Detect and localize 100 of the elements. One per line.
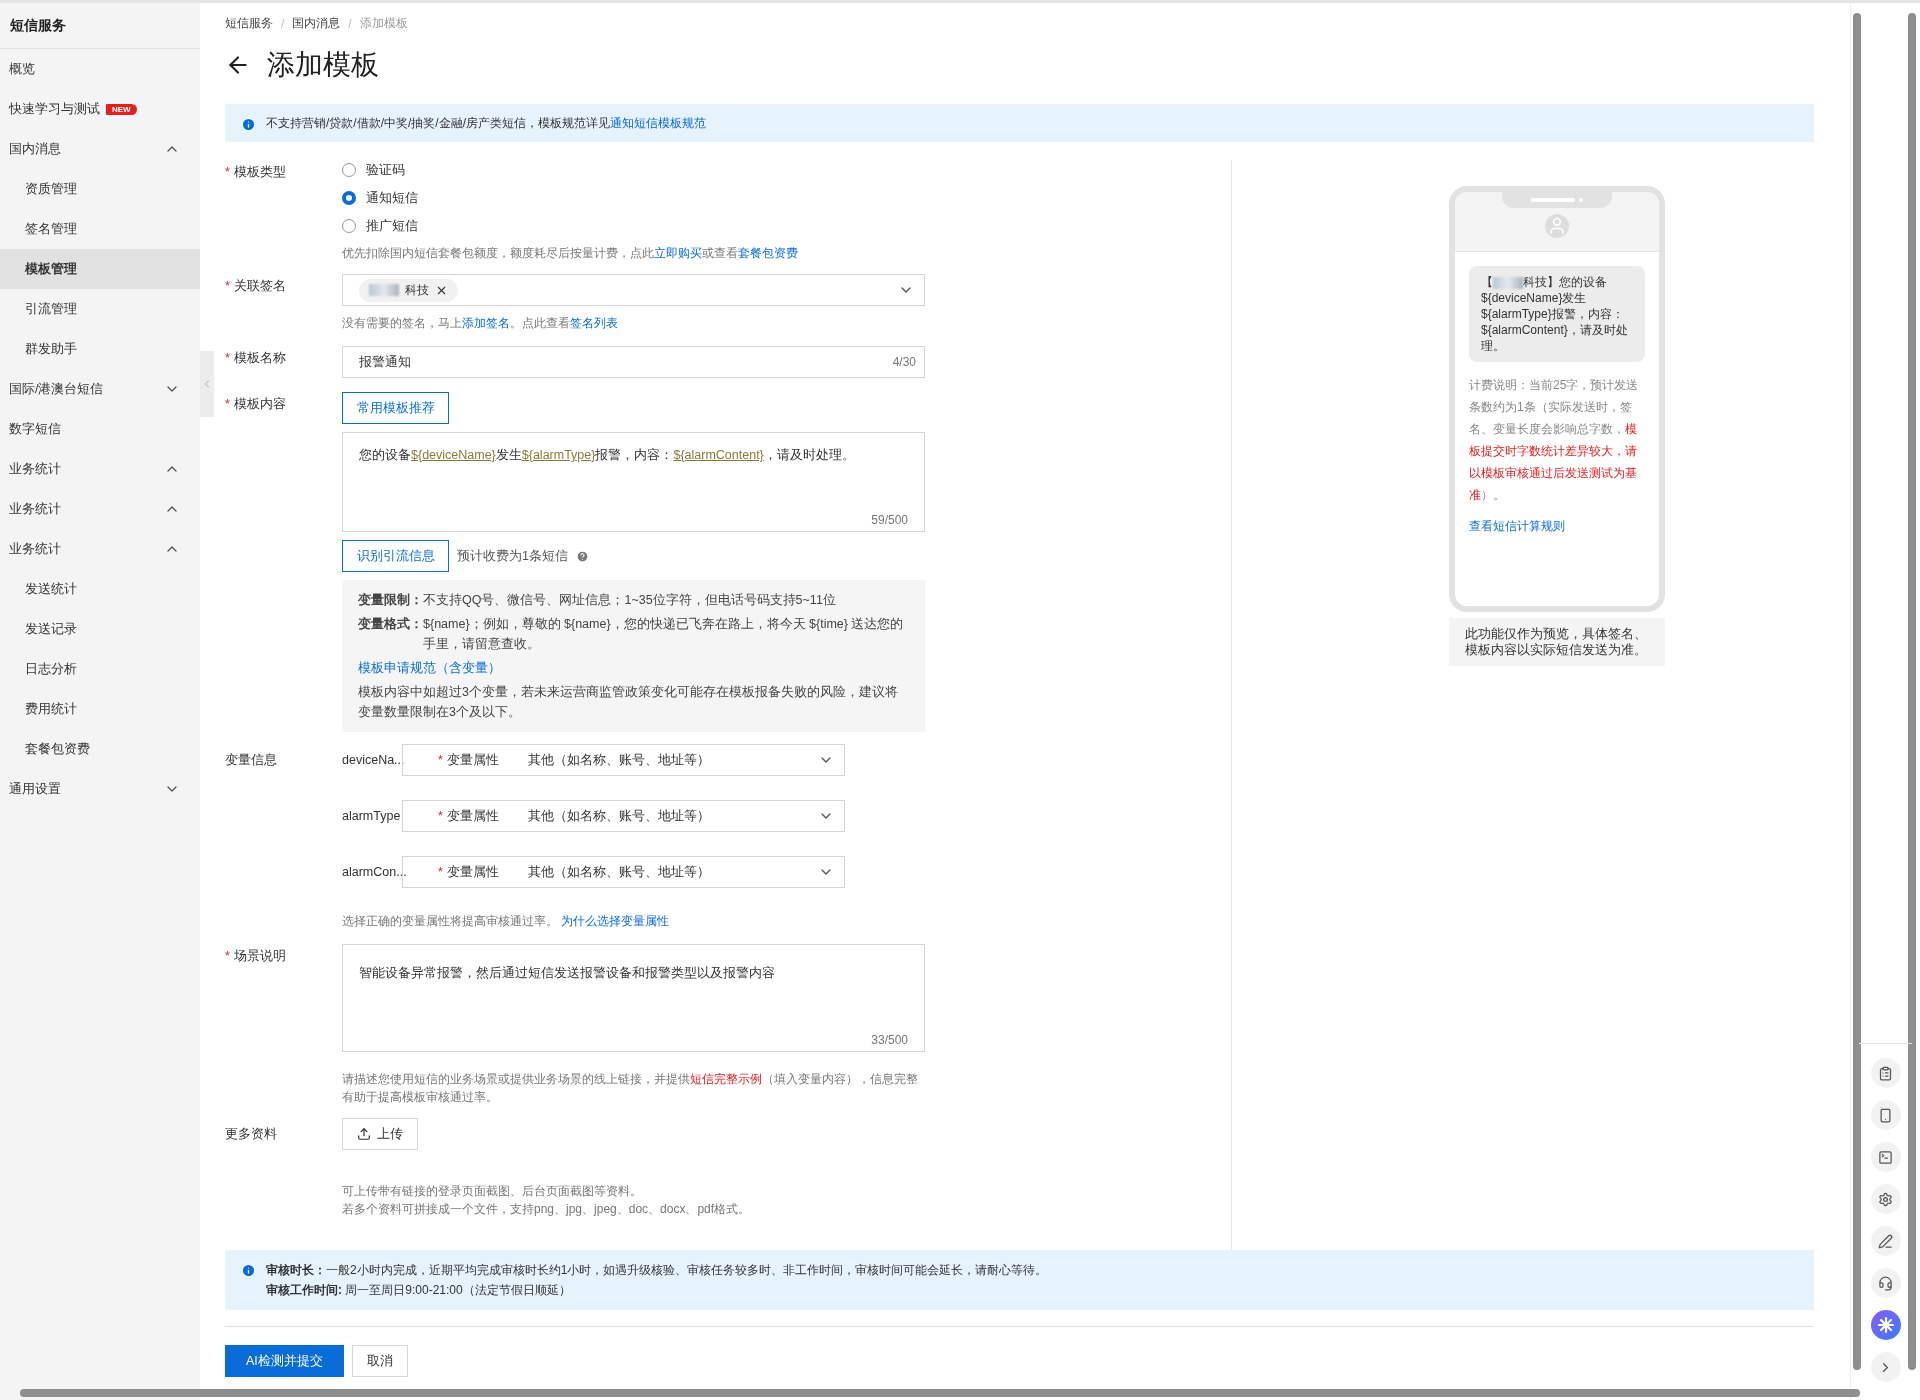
recommend-button[interactable]: 常用模板推荐 <box>342 392 449 424</box>
cancel-button[interactable]: 取消 <box>351 1345 408 1377</box>
scrollbar[interactable] <box>1853 13 1861 1370</box>
help-icon[interactable] <box>575 549 589 563</box>
sidebar-group[interactable]: 业务统计 <box>0 449 200 489</box>
submit-button[interactable]: AI检测并提交 <box>225 1345 344 1377</box>
link[interactable]: 通知短信模板规范 <box>610 116 706 130</box>
required-mark: * <box>225 279 230 293</box>
char-count: 4/30 <box>892 355 916 369</box>
sidebar-item[interactable]: 日志分析 <box>0 649 200 689</box>
collapse-handle[interactable] <box>200 351 214 417</box>
link[interactable]: 为什么选择变量属性 <box>561 914 670 928</box>
char-count: 59/500 <box>871 513 908 527</box>
sidebar-item[interactable]: 群发助手 <box>0 329 200 369</box>
fee-text: 预计收费为1条短信 <box>457 547 568 565</box>
message-bubble: 【 科技】您的设备${deviceName}发生${alarmType}报警，内容：${alarmContent}，请及时处理。 <box>1469 266 1645 362</box>
hint-text: 没有需要的签名，马上添加签名。点此查看签名列表 <box>342 315 619 332</box>
link[interactable]: 查看短信计算规则 <box>1469 518 1645 535</box>
select-value: 其他（如名称、账号、地址等） <box>528 807 711 825</box>
variable-name: deviceNa... <box>342 753 402 767</box>
required-mark: * <box>225 397 230 411</box>
radio-option[interactable]: 通知短信 <box>342 188 925 208</box>
field-label: * 模板内容 <box>225 396 287 413</box>
sidebar-group[interactable]: 通用设置 <box>0 769 200 809</box>
sidebar-item[interactable]: 费用统计 <box>0 689 200 729</box>
radio-option[interactable]: 推广短信 <box>342 216 925 236</box>
required-mark: * <box>225 949 230 963</box>
signature-select[interactable]: 科技 <box>342 274 925 306</box>
name-input[interactable]: 报警通知 4/30 <box>342 346 925 378</box>
upload-icon <box>357 1127 371 1141</box>
upload-button[interactable]: 上传 <box>342 1118 418 1150</box>
scrollbar[interactable] <box>20 1389 1860 1397</box>
variable-select[interactable]: * 变量属性 其他（如名称、账号、地址等） <box>402 800 845 832</box>
hint-text: 若多个资料可拼接成一个文件，支持png、jpg、jpeg、doc、docx、pdf格式。 <box>342 1201 752 1218</box>
radio-option[interactable]: 验证码 <box>342 160 925 180</box>
field-label: * 场景说明 <box>225 948 287 965</box>
rule-text: 变量限制：不支持QQ号、微信号、网址信息；1~35位字符，但电话号码支持5~11位 <box>358 592 837 609</box>
scrollbar[interactable] <box>1908 13 1916 1370</box>
sidebar-item[interactable]: 套餐包资费 <box>0 729 200 769</box>
field-label: * 关联签名 <box>225 278 287 295</box>
sidebar-item[interactable]: 引流管理 <box>0 289 200 329</box>
field-label: 更多资料 <box>225 1126 278 1143</box>
list-icon[interactable] <box>1870 1058 1901 1088</box>
sidebar-group[interactable]: 业务统计 <box>0 529 200 569</box>
terminal-icon[interactable] <box>1870 1142 1901 1172</box>
sidebar-item[interactable]: 概览 <box>0 49 200 89</box>
pen-icon[interactable] <box>1870 1226 1901 1256</box>
page-title: 添加模板 <box>267 48 379 82</box>
sidebar-item[interactable]: 快速学习与测试 NEW <box>0 89 200 129</box>
breadcrumb-item[interactable]: 短信服务 <box>225 15 273 32</box>
variable-name: alarmType <box>342 809 402 823</box>
variable-select[interactable]: * 变量属性 其他（如名称、账号、地址等） <box>402 744 845 776</box>
headset-icon[interactable] <box>1870 1268 1901 1298</box>
rule-text: 模板内容中如超过3个变量，若未来运营商监管政策变化可能存在模板报备失败的风险，建议将变量数量限制在3个及以下。 <box>358 684 899 721</box>
attribute-label: 变量属性 <box>446 752 499 767</box>
billing-text: 计费说明：当前25字，预计发送条数约为1条（实际发送时，签名、变量长度会影响总字数，模板提交时字数统计差异较大，请以模板审核通过后发送测试为基准）。 <box>1469 377 1640 504</box>
preview-disclaimer: 此功能仅作为预览，具体签名、模板内容以实际短信发送为准。 <box>1449 618 1665 666</box>
sidebar-group[interactable]: 国内消息 <box>0 129 200 169</box>
breadcrumb-item[interactable]: 国内消息 <box>292 15 341 32</box>
field-label: 变量信息 <box>225 752 278 769</box>
hint-text: 请描述您使用短信的业务场景或提供业务场景的线上链接，并提供短信完整示例（填入变量内容），信息完整有助于提高模板审核通过率。 <box>342 1071 919 1106</box>
sidebar-item[interactable]: 模板管理 <box>0 249 200 289</box>
radio-button[interactable] <box>342 191 356 205</box>
radio-button[interactable] <box>342 163 356 177</box>
sidebar-item[interactable]: 签名管理 <box>0 209 200 249</box>
sidebar-item[interactable]: 资质管理 <box>0 169 200 209</box>
signature-tag: 科技 <box>359 278 458 302</box>
phone-icon[interactable] <box>1870 1100 1901 1130</box>
radio-button[interactable] <box>342 219 356 233</box>
link[interactable]: 签名列表 <box>570 316 618 330</box>
field-label: * 模板类型 <box>225 164 287 181</box>
sidebar-item[interactable]: 数字短信 <box>0 409 200 449</box>
new-badge: NEW <box>106 103 137 115</box>
assistant-icon[interactable] <box>1870 1310 1901 1340</box>
content-text: 您的设备${deviceName}发生${alarmType}报警，内容：${alarmContent}，请及时处理。 <box>359 447 856 464</box>
info-icon <box>241 117 256 132</box>
sidebar-item[interactable]: 发送记录 <box>0 609 200 649</box>
link[interactable]: 模板申请规范（含变量） <box>358 661 501 675</box>
char-count: 33/500 <box>871 1033 908 1047</box>
detect-button[interactable]: 识别引流信息 <box>342 540 449 572</box>
sidebar-group[interactable]: 国际/港澳台短信 <box>0 369 200 409</box>
avatar-icon <box>1545 214 1569 238</box>
select-value: 其他（如名称、账号、地址等） <box>528 863 711 881</box>
required-mark: * <box>225 165 230 179</box>
content-textarea[interactable]: 您的设备${deviceName}发生${alarmType}报警，内容：${alarmContent}，请及时处理。 59/500 <box>342 432 925 532</box>
link[interactable]: 添加签名 <box>462 316 510 330</box>
settings-icon[interactable] <box>1870 1184 1901 1214</box>
required-mark: * <box>438 752 443 767</box>
review-text: 审核时长：一般2小时内完成，近期平均完成审核时长约1小时，如遇升级核验、审核任务较多时、非工作时间，审核时间可能会延长，请耐心等待。 <box>266 1262 1048 1279</box>
link[interactable]: 套餐包资费 <box>738 246 798 260</box>
info-icon <box>241 1263 256 1278</box>
redacted-mark <box>369 284 399 296</box>
sidebar-item[interactable]: 发送统计 <box>0 569 200 609</box>
hint-text: 可上传带有链接的登录页面截图、后台页面截图等资料。 <box>342 1183 643 1200</box>
hint-text: 选择正确的变量属性将提高审核通过率。 为什么选择变量属性 <box>342 913 671 930</box>
select-value: 其他（如名称、账号、地址等） <box>528 751 711 769</box>
link[interactable]: 立即购买 <box>654 246 702 260</box>
required-mark: * <box>438 864 443 879</box>
scene-textarea[interactable]: 智能设备异常报警，然后通过短信发送报警设备和报警类型以及报警内容 33/500 <box>342 944 925 1052</box>
sidebar-group[interactable]: 业务统计 <box>0 489 200 529</box>
